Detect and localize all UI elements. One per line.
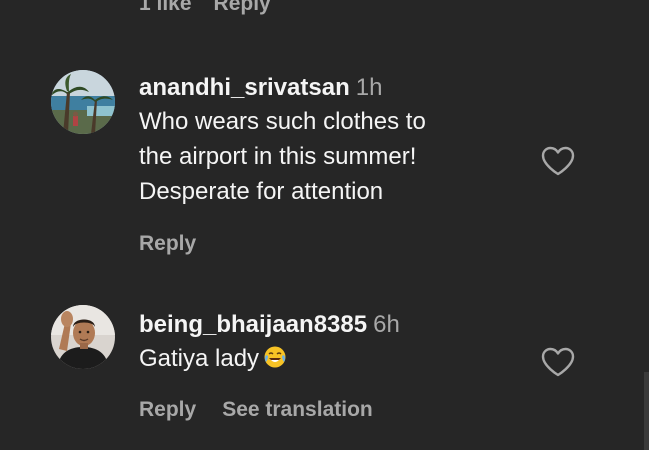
comment-header: anandhi_srivatsan 1h [139, 72, 519, 104]
comment-line: the airport in this summer! [139, 143, 417, 170]
comment-body: being_bhaijaan8385 6h Gatiya lady [139, 309, 519, 379]
comment-line: Who wears such clothes to [139, 108, 426, 135]
heart-outline-icon[interactable] [540, 346, 576, 378]
see-translation-button[interactable]: See translation [222, 398, 373, 422]
avatar[interactable] [51, 70, 115, 134]
scrollbar-thumb[interactable] [644, 372, 649, 450]
previous-comment-actions: 1 like Reply [139, 0, 271, 16]
timestamp[interactable]: 1h [356, 74, 383, 101]
waving-man-avatar [51, 305, 115, 369]
reply-button[interactable]: Reply [214, 0, 271, 16]
avatar[interactable] [51, 305, 115, 369]
comment-actions: Reply [139, 232, 196, 256]
comment-line: Gatiya lady [139, 345, 260, 372]
comment-line: Desperate for attention [139, 178, 384, 205]
username-link[interactable]: anandhi_srivatsan [139, 74, 350, 101]
face-with-tears-of-joy-icon [263, 344, 287, 379]
username-link[interactable]: being_bhaijaan8385 [139, 311, 367, 338]
comment-text: Gatiya lady [139, 341, 519, 379]
like-count-link[interactable]: 1 like [139, 0, 192, 16]
reply-button[interactable]: Reply [139, 232, 196, 256]
comment-text: Who wears such clothes to the airport in… [139, 104, 519, 209]
reply-button[interactable]: Reply [139, 398, 196, 422]
beach-landscape-avatar [51, 70, 115, 134]
comment-body: anandhi_srivatsan 1h Who wears such cloth… [139, 72, 519, 209]
comments-panel: 1 like Reply anandhi_srivatsan 1h Who we… [0, 0, 649, 450]
timestamp[interactable]: 6h [373, 311, 400, 338]
comment-header: being_bhaijaan8385 6h [139, 309, 519, 341]
heart-outline-icon[interactable] [540, 145, 576, 177]
comment-actions: Reply See translation [139, 398, 373, 422]
